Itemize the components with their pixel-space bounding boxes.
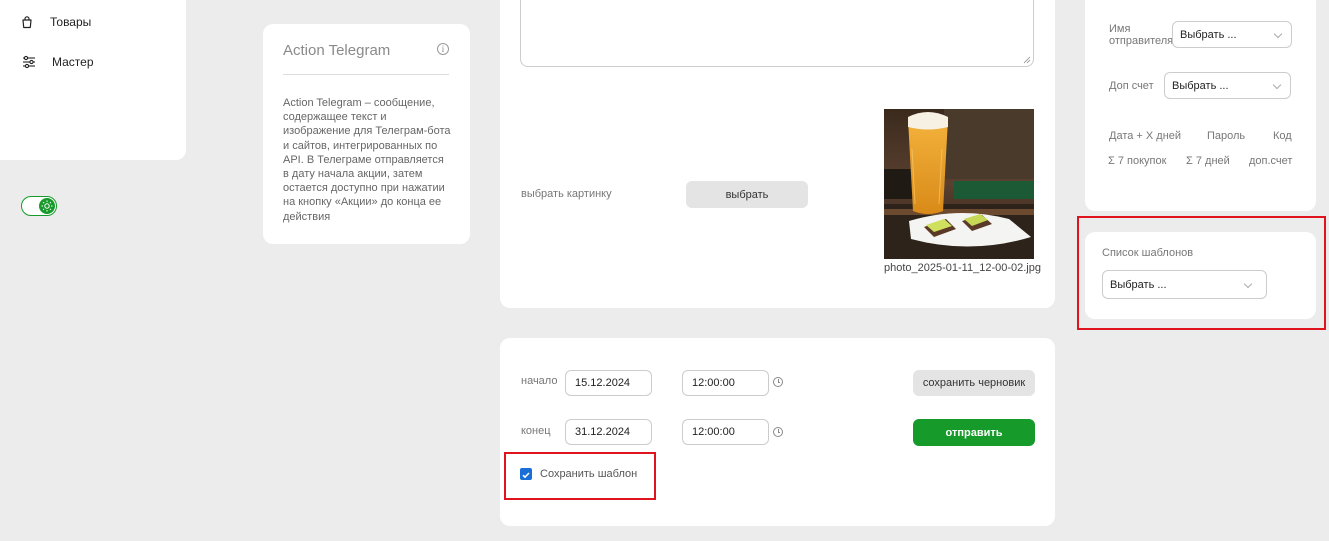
start-label: начало <box>521 375 558 387</box>
toggle-knob <box>39 198 55 214</box>
chevron-down-icon <box>1272 80 1282 90</box>
end-label: конец <box>521 425 551 437</box>
resize-handle-icon[interactable] <box>1023 56 1031 64</box>
info-title: Action Telegram <box>283 42 391 59</box>
info-description: Action Telegram – сообщение, содержащее … <box>283 97 451 223</box>
extra-account-select[interactable]: Выбрать ... <box>1164 72 1291 99</box>
select-value: Выбрать ... <box>1172 79 1229 92</box>
tag-extra-account[interactable]: доп.счет <box>1249 155 1292 167</box>
start-time-input[interactable]: 12:00:00 <box>682 370 769 396</box>
pick-image-label: выбрать картинку <box>521 188 612 200</box>
sidebar-item-goods[interactable]: Товары <box>20 15 91 29</box>
shopping-bag-icon <box>22 16 32 29</box>
sidebar-item-label: Товары <box>50 15 92 29</box>
sender-card: Имя отправителя Выбрать ... Доп счет Выб… <box>1085 0 1316 211</box>
extra-account-label: Доп счет <box>1109 80 1154 92</box>
sidebar-item-master[interactable]: Мастер <box>22 55 94 69</box>
tag-date-plus-days[interactable]: Дата + X дней <box>1109 130 1181 142</box>
photo-filename: photo_2025-01-11_12-00-02.jpg <box>884 262 1041 274</box>
clock-icon[interactable] <box>773 377 783 387</box>
select-value: Выбрать ... <box>1180 28 1237 41</box>
sidebar: Товары Мастер <box>0 0 186 160</box>
save-draft-button[interactable]: сохранить черновик <box>913 370 1035 396</box>
pick-image-button[interactable]: выбрать <box>686 181 808 208</box>
highlight-save-template <box>504 452 656 500</box>
message-textarea[interactable] <box>520 0 1034 67</box>
info-icon[interactable]: i <box>437 43 449 55</box>
divider <box>283 74 449 75</box>
start-date-input[interactable]: 15.12.2024 <box>565 370 652 396</box>
sun-icon <box>41 200 53 212</box>
tag-code[interactable]: Код <box>1273 130 1292 142</box>
sliders-icon <box>23 55 35 69</box>
sender-name-label: Имя отправителя <box>1109 23 1174 47</box>
chevron-down-icon <box>1273 29 1283 39</box>
tag-password[interactable]: Пароль <box>1207 130 1245 142</box>
end-date-input[interactable]: 31.12.2024 <box>565 419 652 445</box>
sidebar-item-label: Мастер <box>52 55 94 69</box>
highlight-templates <box>1077 216 1326 330</box>
info-card: Action Telegram i Action Telegram – сооб… <box>263 24 470 244</box>
tag-sum-7-days[interactable]: Σ 7 дней <box>1186 155 1230 167</box>
theme-toggle[interactable] <box>21 196 57 216</box>
tag-sum-7-purchases[interactable]: Σ 7 покупок <box>1108 155 1166 167</box>
image-preview <box>884 109 1034 259</box>
message-card: выбрать картинку выбрать photo_2025-01-1… <box>500 0 1055 308</box>
clock-icon[interactable] <box>773 427 783 437</box>
send-button[interactable]: отправить <box>913 419 1035 446</box>
sender-name-select[interactable]: Выбрать ... <box>1172 21 1292 48</box>
end-time-input[interactable]: 12:00:00 <box>682 419 769 445</box>
